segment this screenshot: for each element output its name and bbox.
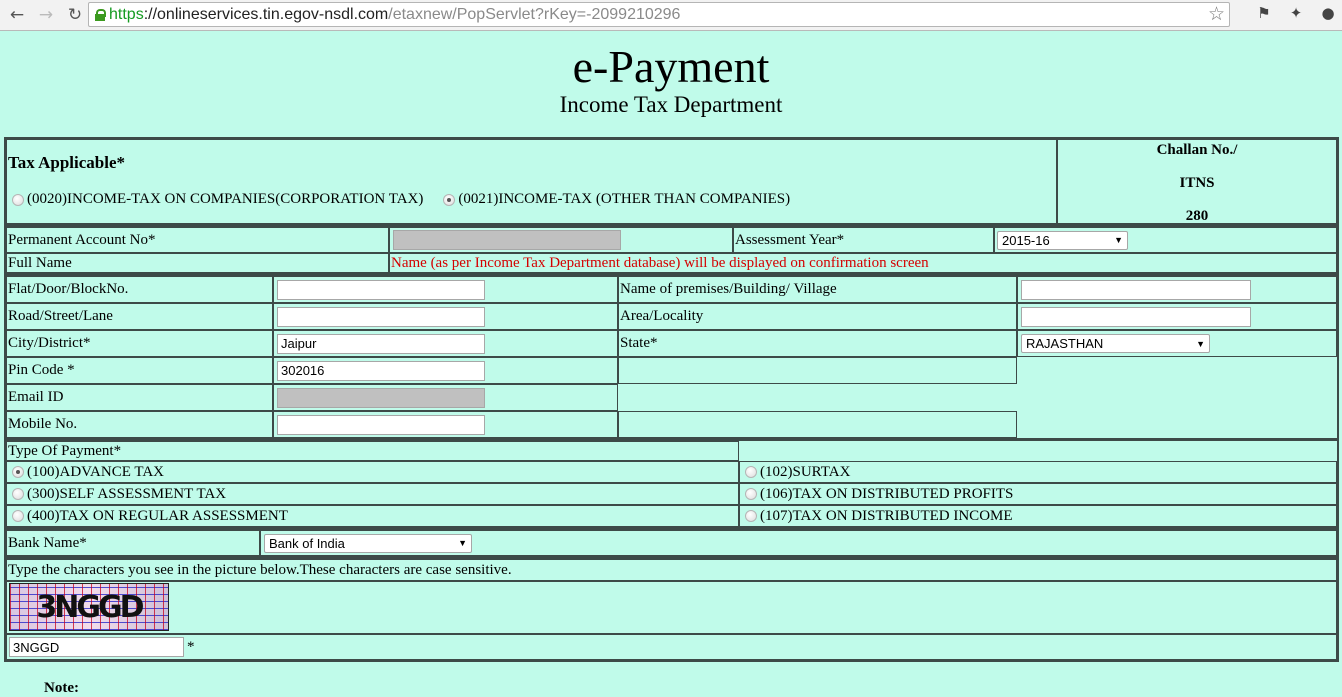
road-label: Road/Street/Lane bbox=[6, 303, 273, 330]
payment-106-radio[interactable] bbox=[745, 488, 757, 500]
extensions-icon[interactable]: ⚑ bbox=[1254, 4, 1274, 22]
payment-102-label: (102)SURTAX bbox=[760, 463, 851, 480]
payment-300-radio[interactable] bbox=[12, 488, 24, 500]
area-input[interactable] bbox=[1021, 306, 1251, 327]
bank-section: Bank Name* Bank of India ▼ bbox=[4, 528, 1339, 558]
email-label: Email ID bbox=[6, 384, 273, 411]
email-input[interactable] bbox=[277, 387, 485, 408]
payment-400-label: (400)TAX ON REGULAR ASSESSMENT bbox=[27, 507, 288, 524]
payment-type-label: Type Of Payment* bbox=[6, 441, 739, 461]
tax-0020-label: (0020)INCOME-TAX ON COMPANIES(CORPORATIO… bbox=[27, 191, 424, 207]
premises-label: Name of premises/Building/ Village bbox=[618, 276, 1017, 303]
payment-100-radio[interactable] bbox=[12, 466, 24, 478]
full-name-label: Full Name bbox=[6, 253, 389, 273]
page-title: e-Payment bbox=[572, 41, 770, 92]
bank-select[interactable]: Bank of India ▼ bbox=[264, 533, 472, 553]
empty-cell bbox=[618, 411, 1017, 438]
url-host: ://onlineservices.tin.egov-nsdl.com bbox=[143, 5, 389, 23]
evernote-icon[interactable]: ● bbox=[1318, 4, 1338, 22]
payment-107-radio[interactable] bbox=[745, 510, 757, 522]
forward-icon[interactable]: → bbox=[34, 3, 58, 27]
reload-icon[interactable]: ↻ bbox=[63, 3, 87, 27]
challan-info: Challan No./ ITNS 280 bbox=[1057, 139, 1337, 224]
note-label: Note: bbox=[44, 680, 79, 696]
premises-input[interactable] bbox=[1021, 279, 1251, 300]
pin-label: Pin Code * bbox=[6, 357, 273, 384]
flat-label: Flat/Door/BlockNo. bbox=[6, 276, 273, 303]
state-value: RAJASTHAN bbox=[1026, 336, 1104, 351]
city-label: City/District* bbox=[6, 330, 273, 357]
payment-300-label: (300)SELF ASSESSMENT TAX bbox=[27, 485, 227, 502]
payment-106-label: (106)TAX ON DISTRIBUTED PROFITS bbox=[760, 485, 1014, 502]
challan-number: 280 bbox=[1185, 208, 1209, 224]
bank-value: Bank of India bbox=[269, 535, 345, 551]
mobile-label: Mobile No. bbox=[6, 411, 273, 438]
assessment-year-select[interactable]: 2015-16 ▼ bbox=[997, 230, 1128, 250]
flat-input[interactable] bbox=[277, 279, 485, 300]
browser-toolbar: ← → ↻ https://onlineservices.tin.egov-ns… bbox=[0, 0, 1342, 31]
assessment-year-label: Assessment Year* bbox=[733, 227, 994, 253]
tax-applicable-label: Tax Applicable* bbox=[8, 153, 125, 172]
captcha-image: 3NGGD bbox=[9, 583, 169, 631]
lamp-extension-icon[interactable]: ✦ bbox=[1286, 4, 1306, 22]
captcha-section: Type the characters you see in the pictu… bbox=[4, 557, 1339, 662]
payment-400-radio[interactable] bbox=[12, 510, 24, 522]
tax-0021-label: (0021)INCOME-TAX (OTHER THAN COMPANIES) bbox=[458, 191, 791, 207]
pan-input[interactable] bbox=[393, 230, 621, 250]
payment-100-label: (100)ADVANCE TAX bbox=[27, 463, 164, 480]
payment-type-section: Type Of Payment* (100)ADVANCE TAX (102)S… bbox=[4, 439, 1339, 529]
captcha-input[interactable]: 3NGGD bbox=[9, 637, 184, 657]
pan-label: Permanent Account No* bbox=[6, 227, 389, 253]
full-name-note: Name (as per Income Tax Department datab… bbox=[389, 253, 1337, 273]
bank-label: Bank Name* bbox=[6, 530, 260, 556]
empty-cell bbox=[618, 357, 1017, 384]
lock-icon bbox=[95, 8, 106, 21]
captcha-required-mark: * bbox=[187, 638, 195, 655]
city-input[interactable]: Jaipur bbox=[277, 333, 485, 354]
area-label: Area/Locality bbox=[618, 303, 1017, 330]
address-bar[interactable]: https://onlineservices.tin.egov-nsdl.com… bbox=[88, 2, 1230, 27]
address-section: Flat/Door/BlockNo. Road/Street/Lane City… bbox=[4, 274, 1339, 440]
back-icon[interactable]: ← bbox=[5, 3, 29, 27]
challan-line2: ITNS bbox=[1179, 175, 1215, 191]
assessment-year-value: 2015-16 bbox=[1002, 232, 1050, 248]
payment-102-radio[interactable] bbox=[745, 466, 757, 478]
tax-0020-radio[interactable] bbox=[12, 193, 24, 206]
mobile-input[interactable] bbox=[277, 414, 485, 435]
bookmark-star-icon[interactable]: ☆ bbox=[1208, 3, 1225, 25]
url-path: /etaxnew/PopServlet?rKey=-2099210296 bbox=[388, 5, 681, 23]
chevron-down-icon: ▼ bbox=[1114, 235, 1123, 245]
captcha-instruction: Type the characters you see in the pictu… bbox=[6, 559, 1337, 581]
pin-input[interactable]: 302016 bbox=[277, 360, 485, 381]
chevron-down-icon: ▼ bbox=[1196, 338, 1205, 349]
road-input[interactable] bbox=[277, 306, 485, 327]
state-select[interactable]: RAJASTHAN ▼ bbox=[1021, 334, 1210, 353]
payment-107-label: (107)TAX ON DISTRIBUTED INCOME bbox=[760, 507, 1013, 524]
pan-section: Permanent Account No* Assessment Year* 2… bbox=[4, 225, 1339, 275]
chevron-down-icon: ▼ bbox=[458, 538, 467, 548]
tax-applicable-section: Tax Applicable* (0020)INCOME-TAX ON COMP… bbox=[4, 137, 1339, 226]
tax-0021-radio[interactable] bbox=[443, 193, 456, 206]
url-scheme: https bbox=[109, 5, 144, 23]
state-label: State* bbox=[618, 330, 1017, 357]
page-header: e-Payment Income Tax Department bbox=[0, 31, 1342, 137]
captcha-image-text: 3NGGD bbox=[36, 589, 144, 625]
challan-line1: Challan No./ bbox=[1156, 142, 1238, 158]
page-subtitle: Income Tax Department bbox=[559, 92, 783, 117]
